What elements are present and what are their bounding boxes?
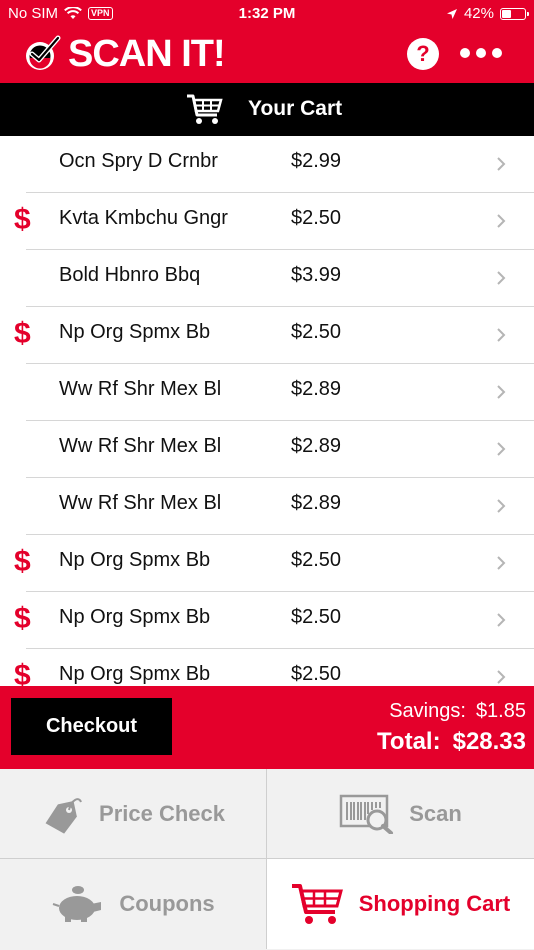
tab-price-check[interactable]: Price Check — [0, 769, 267, 859]
tab-coupons[interactable]: Coupons — [0, 859, 267, 949]
savings-dollar-icon: $ — [14, 203, 31, 236]
barcode-scan-icon — [339, 794, 394, 834]
app-logo: SCAN IT! — [22, 33, 226, 75]
cart-header-bar: Your Cart — [0, 83, 534, 136]
tab-label: Shopping Cart — [358, 891, 511, 916]
cart-item-row[interactable]: $ Np Org Spmx Bb $2.50 — [0, 307, 534, 364]
savings-dollar-icon: $ — [14, 545, 31, 578]
chevron-right-icon — [497, 442, 506, 456]
cart-item-row[interactable]: Ocn Spry D Crnbr $2.99 — [0, 136, 534, 193]
item-name: Np Org Spmx Bb — [59, 321, 211, 343]
item-price: $2.99 — [291, 150, 342, 172]
battery-icon — [500, 7, 529, 20]
chevron-right-icon — [497, 670, 506, 684]
chevron-right-icon — [497, 157, 506, 171]
tab-label: Scan — [409, 800, 462, 826]
savings-amount: $1.85 — [475, 700, 526, 722]
savings-summary: Savings: $1.85 — [389, 700, 526, 723]
item-name: Ww Rf Shr Mex Bl — [59, 492, 222, 514]
savings-dollar-icon: $ — [14, 602, 31, 635]
item-price: $2.89 — [291, 435, 342, 457]
bottom-tab-bar: Price Check Scan Coupons Shopping Cart — [0, 769, 534, 950]
chevron-right-icon — [497, 271, 506, 285]
item-name: Ocn Spry D Crnbr — [59, 150, 218, 172]
cart-item-list[interactable]: Ocn Spry D Crnbr $2.99 $ Kvta Kmbchu Gngr $2… — [0, 136, 534, 686]
chevron-right-icon — [497, 328, 506, 342]
checkmark-logo-icon — [26, 35, 61, 70]
cart-item-row[interactable]: Ww Rf Shr Mex Bl $2.89 — [0, 421, 534, 478]
item-price: $3.99 — [291, 264, 342, 286]
chevron-right-icon — [497, 385, 506, 399]
savings-dollar-icon: $ — [14, 317, 31, 350]
cart-icon — [187, 94, 223, 124]
savings-label: Savings: — [389, 700, 466, 722]
checkout-bar: Checkout Savings: $1.85 Total: $28.33 — [0, 686, 534, 769]
battery-percent: 42% — [463, 5, 494, 22]
item-price: $2.89 — [291, 492, 342, 514]
cart-item-row[interactable]: Ww Rf Shr Mex Bl $2.89 — [0, 478, 534, 535]
chevron-right-icon — [497, 613, 506, 627]
item-name: Ww Rf Shr Mex Bl — [59, 378, 222, 400]
cart-item-row[interactable]: $ Kvta Kmbchu Gngr $2.50 — [0, 193, 534, 250]
item-price: $2.50 — [291, 606, 342, 628]
tab-shopping-cart[interactable]: Shopping Cart — [267, 859, 534, 949]
item-price: $2.50 — [291, 663, 342, 685]
dot-icon — [476, 48, 486, 58]
item-price: $2.50 — [291, 207, 342, 229]
chevron-right-icon — [497, 499, 506, 513]
cart-item-row[interactable]: Bold Hbnro Bbq $3.99 — [0, 250, 534, 307]
cart-title: Your Cart — [248, 97, 343, 120]
tab-label: Price Check — [99, 800, 225, 826]
app-header: SCAN IT! ? — [0, 30, 534, 83]
total-label: Total: — [377, 728, 441, 755]
dot-icon — [460, 48, 470, 58]
item-name: Np Org Spmx Bb — [59, 549, 211, 571]
checkout-button[interactable]: Checkout — [11, 698, 172, 755]
app-title: SCAN IT! — [68, 33, 226, 75]
help-button[interactable]: ? — [407, 38, 439, 70]
savings-dollar-icon: $ — [14, 659, 31, 687]
chevron-right-icon — [497, 214, 506, 228]
more-options-button[interactable] — [460, 48, 502, 58]
tab-label: Coupons — [119, 891, 215, 916]
cart-item-row[interactable]: $ Np Org Spmx Bb $2.50 — [0, 535, 534, 592]
item-name: Bold Hbnro Bbq — [59, 264, 201, 286]
tab-scan[interactable]: Scan — [267, 769, 534, 859]
item-name: Np Org Spmx Bb — [59, 606, 211, 628]
item-price: $2.89 — [291, 378, 342, 400]
item-name: Ww Rf Shr Mex Bl — [59, 435, 222, 457]
status-bar: No SIM VPN 1:32 PM 42% — [0, 0, 534, 30]
item-price: $2.50 — [291, 321, 342, 343]
cart-item-row[interactable]: Ww Rf Shr Mex Bl $2.89 — [0, 364, 534, 421]
item-name: Np Org Spmx Bb — [59, 663, 211, 685]
location-arrow-icon — [446, 8, 457, 19]
dot-icon — [492, 48, 502, 58]
cart-item-row[interactable]: $ Np Org Spmx Bb $2.50 — [0, 649, 534, 686]
total-summary: Total: $28.33 — [377, 728, 526, 756]
total-amount: $28.33 — [452, 728, 526, 755]
item-price: $2.50 — [291, 549, 342, 571]
cart-icon — [291, 884, 343, 924]
price-tag-icon — [45, 797, 82, 834]
item-name: Kvta Kmbchu Gngr — [59, 207, 228, 229]
chevron-right-icon — [497, 556, 506, 570]
piggy-bank-icon — [53, 886, 102, 922]
cart-item-row[interactable]: $ Np Org Spmx Bb $2.50 — [0, 592, 534, 649]
